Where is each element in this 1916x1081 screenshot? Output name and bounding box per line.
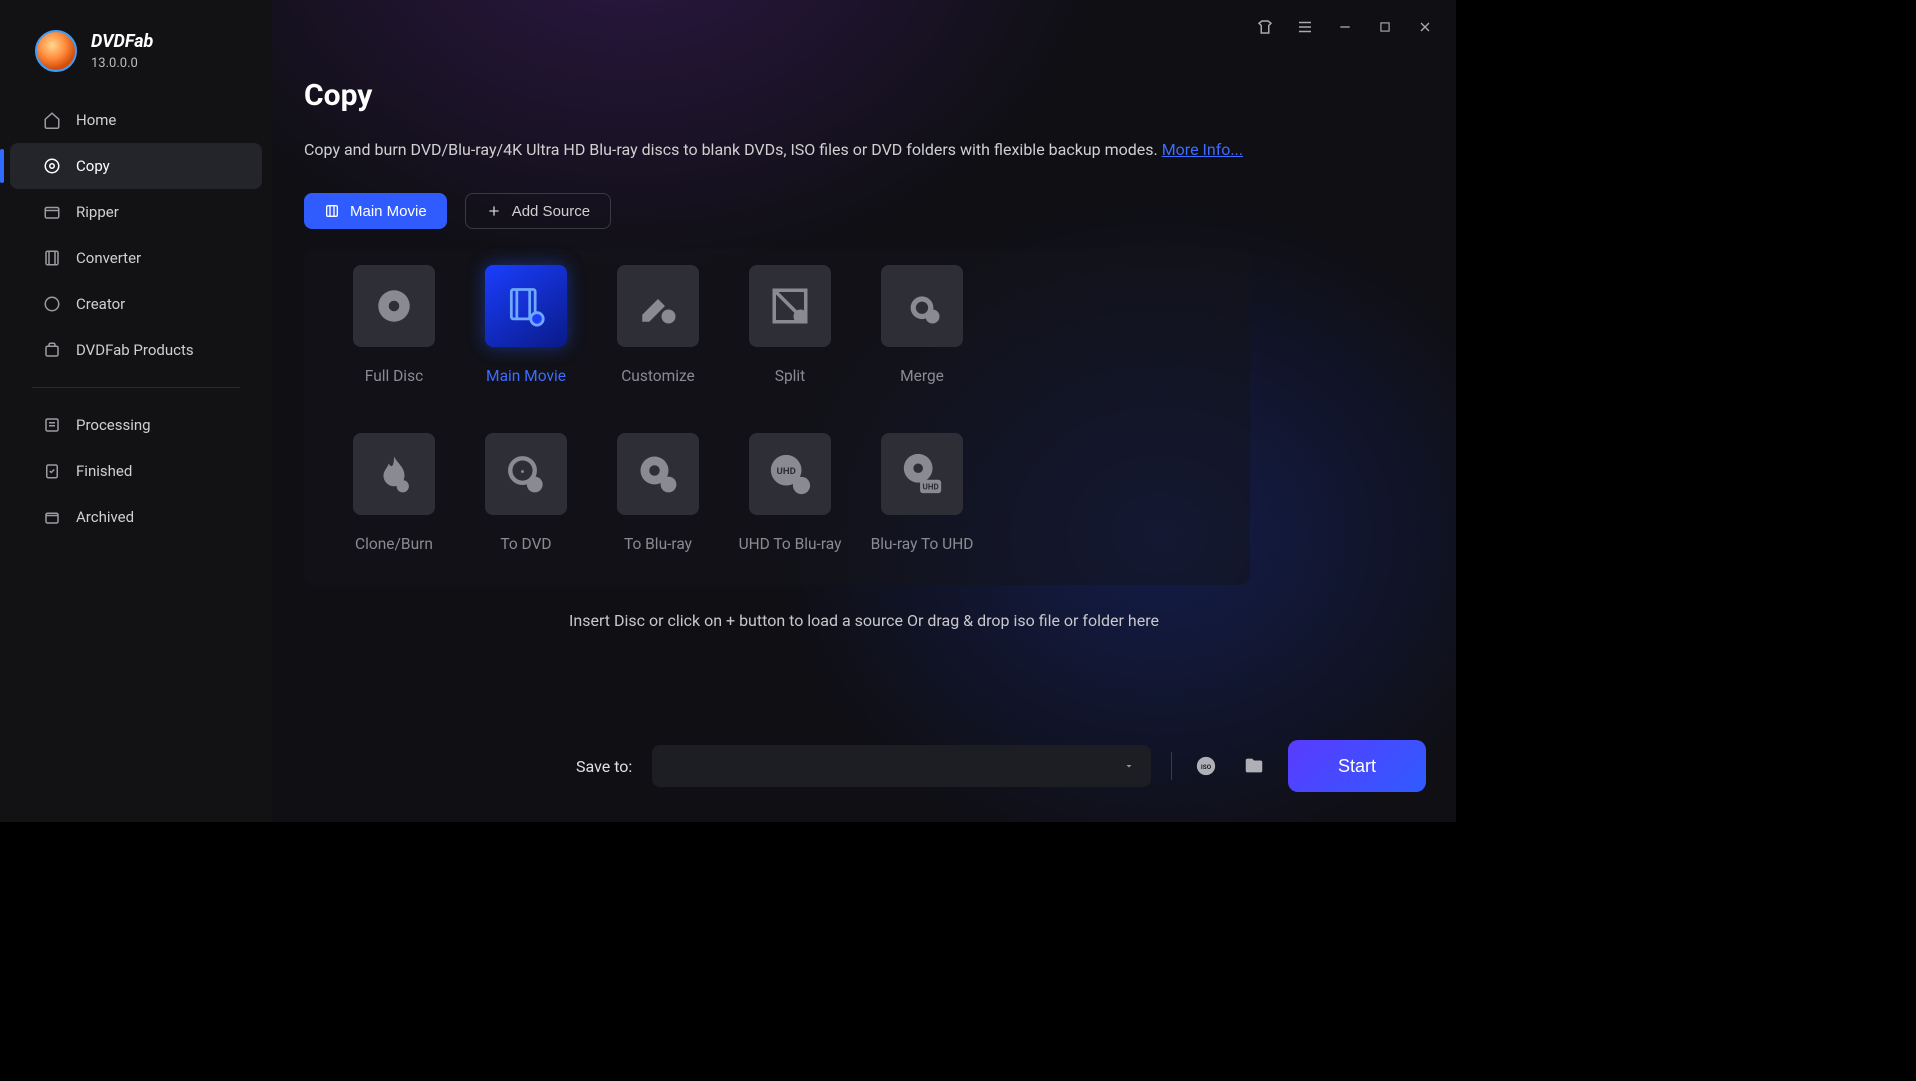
clapper-icon (42, 202, 62, 222)
mode-label: Merge (900, 367, 944, 385)
film-icon (42, 248, 62, 268)
page-description: Copy and burn DVD/Blu-ray/4K Ultra HD Bl… (304, 139, 1424, 161)
logo-text: DVDFab 13.0.0.0 (91, 31, 153, 71)
minimize-button[interactable] (1334, 16, 1356, 38)
archive-icon (42, 507, 62, 527)
mode-to-bluray[interactable]: To Blu-ray (592, 433, 724, 553)
sidebar-item-label: Copy (76, 157, 110, 175)
save-to-select[interactable] (652, 745, 1151, 787)
button-label: Add Source (512, 203, 590, 220)
mode-label: Blu-ray To UHD (871, 535, 974, 553)
mode-customize[interactable]: Customize (592, 265, 724, 385)
bluray-to-uhd-icon: UHD (881, 433, 963, 515)
menu-icon[interactable] (1294, 16, 1316, 38)
sidebar-item-label: DVDFab Products (76, 341, 194, 359)
to-dvd-icon: • (485, 433, 567, 515)
sidebar-item-label: Home (76, 111, 116, 129)
main-movie-icon (485, 265, 567, 347)
sidebar-item-label: Archived (76, 508, 134, 526)
mode-merge[interactable]: Merge (856, 265, 988, 385)
toolbar: Main Movie Add Source (272, 161, 1456, 229)
sidebar-item-label: Ripper (76, 203, 119, 221)
mode-label: UHD To Blu-ray (739, 535, 842, 553)
modes-panel: Full Disc Main Movie Customize (304, 249, 1250, 585)
reel-icon (324, 203, 340, 219)
add-source-button[interactable]: Add Source (465, 193, 611, 229)
mode-label: Full Disc (365, 367, 423, 385)
button-label: Main Movie (350, 203, 427, 220)
mode-clone-burn[interactable]: Clone/Burn (328, 433, 460, 553)
app-name: DVDFab (91, 31, 153, 52)
home-icon (42, 110, 62, 130)
list-icon (42, 415, 62, 435)
sidebar-item-archived[interactable]: Archived (10, 494, 262, 540)
sidebar-item-label: Creator (76, 295, 125, 313)
chevron-down-icon (1123, 760, 1135, 772)
main-movie-button[interactable]: Main Movie (304, 193, 447, 229)
svg-text:ISO: ISO (1201, 763, 1212, 771)
sidebar-item-label: Processing (76, 416, 151, 434)
svg-text:UHD: UHD (777, 466, 796, 477)
circle-icon (42, 294, 62, 314)
start-button[interactable]: Start (1288, 740, 1426, 792)
modes-grid: Full Disc Main Movie Customize (328, 265, 1226, 553)
sidebar-divider (32, 387, 240, 388)
page-title: Copy (304, 78, 1424, 113)
more-info-link[interactable]: More Info... (1162, 140, 1243, 159)
iso-button[interactable]: ISO (1192, 752, 1220, 780)
app-logo-icon (35, 30, 77, 72)
to-bluray-icon (617, 433, 699, 515)
bottom-bar: Save to: ISO Start (576, 740, 1426, 792)
mode-label: To DVD (500, 535, 551, 553)
bottom-divider (1171, 752, 1172, 780)
sidebar-item-products[interactable]: DVDFab Products (10, 327, 262, 373)
svg-text:UHD: UHD (923, 483, 939, 492)
sidebar: DVDFab 13.0.0.0 Home Copy Ripper (0, 0, 272, 822)
sidebar-item-ripper[interactable]: Ripper (10, 189, 262, 235)
sidebar-item-home[interactable]: Home (10, 97, 262, 143)
mode-label: To Blu-ray (624, 535, 692, 553)
mode-to-dvd[interactable]: • To DVD (460, 433, 592, 553)
mode-label: Main Movie (486, 367, 566, 385)
sidebar-item-creator[interactable]: Creator (10, 281, 262, 327)
mode-label: Customize (621, 367, 695, 385)
disc-full-icon (353, 265, 435, 347)
check-clip-icon (42, 461, 62, 481)
sidebar-item-finished[interactable]: Finished (10, 448, 262, 494)
close-button[interactable] (1414, 16, 1436, 38)
customize-icon (617, 265, 699, 347)
sidebar-item-label: Finished (76, 462, 132, 480)
disc-icon (42, 156, 62, 176)
logo-block: DVDFab 13.0.0.0 (0, 20, 272, 97)
split-icon (749, 265, 831, 347)
svg-text:•: • (520, 465, 524, 479)
sidebar-item-converter[interactable]: Converter (10, 235, 262, 281)
app-version: 13.0.0.0 (91, 56, 153, 71)
sidebar-item-label: Converter (76, 249, 141, 267)
mode-label: Split (775, 367, 806, 385)
save-to-label: Save to: (576, 757, 632, 776)
merge-icon (881, 265, 963, 347)
mode-full-disc[interactable]: Full Disc (328, 265, 460, 385)
maximize-button[interactable] (1374, 16, 1396, 38)
drop-message: Insert Disc or click on + button to load… (272, 611, 1456, 630)
folder-button[interactable] (1240, 752, 1268, 780)
mode-uhd-to-bluray[interactable]: UHD UHD To Blu-ray (724, 433, 856, 553)
flame-icon (353, 433, 435, 515)
mode-main-movie[interactable]: Main Movie (460, 265, 592, 385)
mode-label: Clone/Burn (355, 535, 433, 553)
sidebar-item-copy[interactable]: Copy (10, 143, 262, 189)
titlebar (1234, 0, 1456, 54)
tshirt-icon[interactable] (1254, 16, 1276, 38)
plus-icon (486, 203, 502, 219)
uhd-to-bluray-icon: UHD (749, 433, 831, 515)
package-icon (42, 340, 62, 360)
sidebar-item-processing[interactable]: Processing (10, 402, 262, 448)
main-panel: Copy Copy and burn DVD/Blu-ray/4K Ultra … (272, 0, 1456, 822)
mode-bluray-to-uhd[interactable]: UHD Blu-ray To UHD (856, 433, 988, 553)
mode-split[interactable]: Split (724, 265, 856, 385)
app-window: DVDFab 13.0.0.0 Home Copy Ripper (0, 0, 1456, 822)
